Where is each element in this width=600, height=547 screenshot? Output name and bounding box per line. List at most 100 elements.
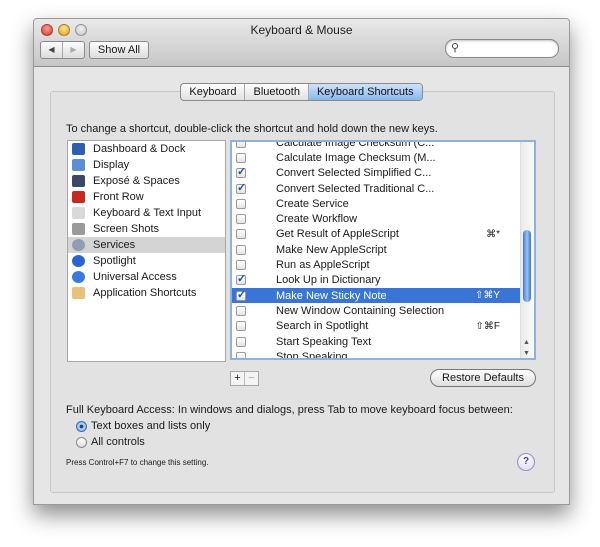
tab-bar: Keyboard Bluetooth Keyboard Shortcuts [34,83,569,101]
service-row[interactable]: Calculate Image Checksum (M... [232,150,520,165]
display-icon [72,159,85,171]
service-row[interactable]: Get Result of AppleScript ⌘* [232,227,520,242]
service-row[interactable]: Make New Sticky Note ⇧⌘Y [232,288,520,304]
control-f7-note: Press Control+F7 to change this setting. [66,458,209,467]
remove-shortcut-button[interactable]: − [244,372,258,385]
service-row[interactable]: Run as AppleScript [232,257,520,272]
show-all-button[interactable]: Show All [89,41,149,59]
window-title: Keyboard & Mouse [250,23,353,37]
shortcut-keys[interactable]: ⇧⌘Y [475,290,500,301]
category-label: Spotlight [93,255,136,267]
service-row[interactable]: Create Service [232,196,520,211]
scroll-down-arrow-icon[interactable]: ▼ [523,350,530,357]
category-item[interactable]: Universal Access [68,269,225,285]
help-button[interactable]: ? [517,453,535,471]
category-item[interactable]: Display [68,157,225,173]
expose-icon [72,175,85,187]
service-checkbox[interactable] [236,152,246,163]
service-row[interactable]: Create Workflow [232,211,520,226]
service-label: Convert Selected Simplified C... [276,167,432,180]
shortcut-keys[interactable]: ⌘* [486,229,500,240]
service-checkbox[interactable] [236,272,246,286]
service-label: Convert Selected Traditional C... [276,182,435,195]
service-label: New Window Containing Selection [276,304,445,317]
category-item[interactable]: Screen Shots [68,221,225,237]
service-checkbox[interactable] [236,198,246,209]
service-row[interactable]: Make New AppleScript [232,242,520,257]
full-keyboard-access-label: Full Keyboard Access: In windows and dia… [66,404,513,416]
category-label: Services [93,239,136,251]
category-item[interactable]: Front Row [68,189,225,205]
radio-button[interactable] [76,436,87,448]
category-label: Application Shortcuts [93,287,197,299]
service-checkbox[interactable] [236,260,246,271]
vertical-scrollbar[interactable]: ▲ ▼ [520,142,534,358]
title-bar: Keyboard & Mouse ◀ ▶ Show All ⚲ [34,19,569,67]
service-row[interactable]: Start Speaking Text [232,334,520,349]
service-row[interactable]: New Window Containing Selection [232,303,520,318]
service-label: Stop Speaking [276,350,348,360]
service-checkbox[interactable] [236,305,246,316]
service-checkbox[interactable] [236,229,246,240]
scroll-up-arrow-icon[interactable]: ▲ [523,339,530,346]
service-row[interactable]: Convert Selected Simplified C... [232,165,520,181]
radio-text-boxes-only[interactable]: Text boxes and lists only [76,420,210,432]
service-label: Get Result of AppleScript [276,228,399,241]
tab-keyboard-shortcuts[interactable]: Keyboard Shortcuts [307,84,422,100]
category-list[interactable]: Dashboard & Dock Display Exposé & Spaces Fr… [67,140,226,362]
service-label: Create Workflow [276,213,358,226]
service-row[interactable]: Search in Spotlight ⇧⌘F [232,319,520,334]
universal-access-icon [72,271,85,283]
service-label: Make New Sticky Note [276,289,387,302]
screenshot-icon [72,223,85,235]
radio-label: Text boxes and lists only [91,420,211,432]
category-label: Universal Access [93,271,177,283]
service-row[interactable]: Calculate Image Checksum (C... [232,140,520,150]
add-shortcut-button[interactable]: + [231,372,244,385]
shortcut-keys[interactable]: ⇧⌘F [476,321,501,332]
shortcut-list[interactable]: Calculate Image Checksum (C... Calculate … [230,140,536,360]
service-row[interactable]: Convert Selected Traditional C... [232,181,520,196]
service-checkbox[interactable] [236,214,246,225]
radio-button-selected[interactable] [76,420,87,432]
forward-arrow-icon[interactable]: ▶ [62,42,84,58]
category-label: Keyboard & Text Input [93,207,202,219]
search-input[interactable]: ⚲ [445,39,559,58]
service-checkbox[interactable] [236,142,246,148]
category-item[interactable]: Keyboard & Text Input [68,205,225,221]
service-checkbox[interactable] [236,351,246,358]
service-label: Make New AppleScript [276,243,387,256]
category-item[interactable]: Application Shortcuts [68,285,225,301]
keyboard-icon [72,207,85,219]
back-arrow-icon[interactable]: ◀ [41,42,62,58]
service-checkbox[interactable] [236,336,246,347]
service-label: Calculate Image Checksum (M... [276,151,436,164]
service-checkbox[interactable] [236,181,246,194]
category-item[interactable]: Spotlight [68,253,225,269]
instruction-text: To change a shortcut, double-click the s… [66,123,438,135]
service-label: Start Speaking Text [276,335,372,348]
category-label: Front Row [93,191,144,203]
service-row[interactable]: Look Up in Dictionary [232,272,520,288]
category-item[interactable]: Services [68,237,225,253]
scrollbar-thumb[interactable] [523,230,531,302]
search-icon: ⚲ [451,42,460,54]
service-label: Run as AppleScript [276,259,370,272]
restore-defaults-button[interactable]: Restore Defaults [430,369,536,387]
service-checkbox[interactable] [236,321,246,332]
service-checkbox[interactable] [236,244,246,255]
back-forward-control: ◀ ▶ [40,41,85,59]
radio-label: All controls [91,436,145,448]
front-row-icon [72,191,85,203]
service-checkbox[interactable] [236,165,246,179]
category-item[interactable]: Dashboard & Dock [68,141,225,157]
category-label: Dashboard & Dock [93,143,186,155]
service-label: Calculate Image Checksum (C... [276,140,435,149]
category-item[interactable]: Exposé & Spaces [68,173,225,189]
service-row[interactable]: Stop Speaking [232,349,520,360]
service-label: Create Service [276,197,349,210]
service-checkbox[interactable] [236,288,246,301]
tab-bluetooth[interactable]: Bluetooth [244,84,307,100]
radio-all-controls[interactable]: All controls [76,436,145,448]
tab-keyboard[interactable]: Keyboard [181,84,244,100]
